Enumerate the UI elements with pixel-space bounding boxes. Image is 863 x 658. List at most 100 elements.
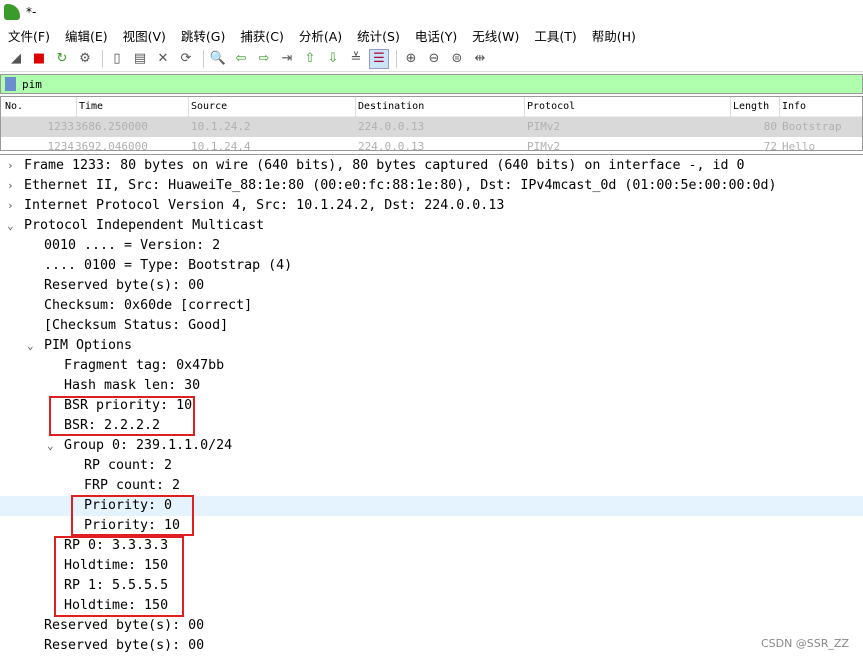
packet-cell: PIMv2	[527, 120, 561, 133]
menu-item[interactable]: 跳转(G)	[173, 26, 232, 45]
back-icon[interactable]: ⇦	[231, 49, 251, 69]
chevron-right-icon[interactable]: ›	[7, 196, 14, 216]
packet-list[interactable]: No. Time Source Destination Protocol Length In…	[0, 96, 863, 151]
column-divider[interactable]	[779, 97, 780, 117]
title-bar: *-	[0, 0, 863, 24]
detail-text: Ethernet II, Src: HuaweiTe_88:1e:80 (00:…	[24, 178, 777, 193]
packet-row[interactable]: 1234 3692.046000 10.1.24.4 224.0.0.13 PIMv2 7…	[1, 137, 862, 151]
packet-list-header: No. Time Source Destination Protocol Length In…	[1, 97, 862, 117]
column-divider[interactable]	[524, 97, 525, 117]
column-header[interactable]: No.	[5, 101, 23, 112]
annotation-box-priority	[71, 495, 194, 536]
packet-cell: Hello	[782, 140, 816, 151]
packet-cell: 80	[763, 120, 777, 133]
packet-details[interactable]: Reserved byte(s): 00 Reserved byte(s): 00…	[0, 154, 863, 658]
first-icon[interactable]: ⇧	[300, 49, 320, 69]
packet-cell: 224.0.0.13	[358, 120, 425, 133]
menu-item[interactable]: 统计(S)	[349, 26, 407, 45]
zoom-out-icon[interactable]: ⊖	[424, 49, 444, 69]
packet-row[interactable]: 1233 3686.250000 10.1.24.2 224.0.0.13 PIMv2 8…	[1, 117, 862, 137]
chevron-right-icon[interactable]: ›	[7, 156, 14, 176]
annotation-box-bsr	[49, 396, 195, 436]
shark-fin-icon[interactable]: ◢	[6, 49, 26, 69]
detail-line[interactable]: [Checksum Status: Good]	[0, 316, 863, 336]
column-header[interactable]: Destination	[358, 101, 424, 112]
detail-text: Protocol Independent Multicast	[24, 218, 265, 233]
reload-icon[interactable]: ⟳	[176, 49, 196, 69]
detail-text: 0010 .... = Version: 2	[44, 238, 221, 253]
detail-text: Checksum: 0x60de [correct]	[44, 298, 253, 313]
packet-cell: 1233	[47, 120, 75, 133]
packet-cell: Bootstrap	[782, 120, 842, 133]
detail-line[interactable]: Hash mask len: 30	[0, 376, 863, 396]
detail-line[interactable]: FRP count: 2	[0, 476, 863, 496]
autoscroll-icon[interactable]: ≚	[346, 49, 366, 69]
window-title: *-	[26, 5, 37, 19]
detail-text: .... 0100 = Type: Bootstrap (4)	[44, 258, 293, 273]
colorize-icon[interactable]: ☰	[369, 48, 389, 69]
detail-text: Reserved byte(s): 00	[44, 278, 205, 293]
detail-line[interactable]: › Frame 1233: 80 bytes on wire (640 bits)…	[0, 156, 863, 176]
menu-item[interactable]: 文件(F)	[0, 26, 57, 45]
column-header[interactable]: Source	[191, 101, 227, 112]
bookmark-icon[interactable]	[5, 77, 16, 91]
detail-text: [Checksum Status: Good]	[44, 318, 229, 333]
detail-line[interactable]: ⌄ Group 0: 239.1.1.0/24	[0, 436, 863, 456]
menu-item[interactable]: 帮助(H)	[584, 26, 643, 45]
chevron-down-icon[interactable]: ⌄	[47, 436, 54, 456]
detail-text: Fragment tag: 0x47bb	[64, 358, 225, 373]
menu-item[interactable]: 分析(A)	[291, 26, 349, 45]
open-icon[interactable]: ▯	[107, 49, 127, 69]
detail-line[interactable]: › Ethernet II, Src: HuaweiTe_88:1e:80 (00…	[0, 176, 863, 196]
chevron-right-icon[interactable]: ›	[7, 176, 14, 196]
menu-item[interactable]: 工具(T)	[526, 26, 583, 45]
detail-line[interactable]: Reserved byte(s): 00	[0, 636, 863, 656]
detail-line[interactable]: ⌄ PIM Options	[0, 336, 863, 356]
forward-icon[interactable]: ⇨	[254, 49, 274, 69]
last-icon[interactable]: ⇩	[323, 49, 343, 69]
detail-line[interactable]: Checksum: 0x60de [correct]	[0, 296, 863, 316]
menu-item[interactable]: 电话(Y)	[407, 26, 464, 45]
column-header[interactable]: Time	[79, 101, 103, 112]
detail-line[interactable]: Fragment tag: 0x47bb	[0, 356, 863, 376]
options-icon[interactable]: ⚙	[75, 49, 95, 69]
detail-text: Reserved byte(s): 00	[44, 618, 205, 633]
display-filter-input[interactable]: pim	[0, 74, 863, 94]
menu-item[interactable]: 无线(W)	[464, 26, 526, 45]
column-divider[interactable]	[730, 97, 731, 117]
detail-text: FRP count: 2	[84, 478, 181, 493]
detail-line[interactable]: .... 0100 = Type: Bootstrap (4)	[0, 256, 863, 276]
close-icon[interactable]: ✕	[153, 49, 173, 69]
detail-text: Hash mask len: 30	[64, 378, 201, 393]
column-header[interactable]: Length	[733, 101, 769, 112]
chevron-down-icon[interactable]: ⌄	[27, 336, 34, 356]
detail-line[interactable]: 0010 .... = Version: 2	[0, 236, 863, 256]
detail-line[interactable]: › Internet Protocol Version 4, Src: 10.1.…	[0, 196, 863, 216]
zoom-reset-icon[interactable]: ⊜	[447, 49, 467, 69]
stop-icon[interactable]: ■	[29, 49, 49, 69]
column-header[interactable]: Protocol	[527, 101, 575, 112]
chevron-down-icon[interactable]: ⌄	[7, 216, 14, 236]
menu-bar: 文件(F) 编辑(E) 视图(V) 跳转(G) 捕获(C) 分析(A) 统计(S) 电话(Y)…	[0, 24, 863, 46]
detail-line[interactable]: ⌄ Protocol Independent Multicast	[0, 216, 863, 236]
column-divider[interactable]	[188, 97, 189, 117]
column-header[interactable]: Info	[782, 101, 806, 112]
menu-item[interactable]: 捕获(C)	[232, 26, 290, 45]
goto-icon[interactable]: ⇥	[277, 49, 297, 69]
detail-line[interactable]: RP count: 2	[0, 456, 863, 476]
toolbar-separator	[102, 49, 103, 68]
menu-item[interactable]: 视图(V)	[115, 26, 173, 45]
detail-text: PIM Options	[44, 338, 133, 353]
find-icon[interactable]: 🔍	[208, 49, 228, 69]
packet-cell: 3686.250000	[75, 120, 148, 133]
detail-text: Internet Protocol Version 4, Src: 10.1.2…	[24, 198, 505, 213]
column-divider[interactable]	[76, 97, 77, 117]
detail-line[interactable]: Reserved byte(s): 00	[0, 616, 863, 636]
restart-icon[interactable]: ↻	[52, 49, 72, 69]
save-icon[interactable]: ▤	[130, 49, 150, 69]
resize-columns-icon[interactable]: ⇹	[470, 49, 490, 69]
menu-item[interactable]: 编辑(E)	[57, 26, 115, 45]
detail-line[interactable]: Reserved byte(s): 00	[0, 276, 863, 296]
column-divider[interactable]	[355, 97, 356, 117]
zoom-in-icon[interactable]: ⊕	[401, 49, 421, 69]
